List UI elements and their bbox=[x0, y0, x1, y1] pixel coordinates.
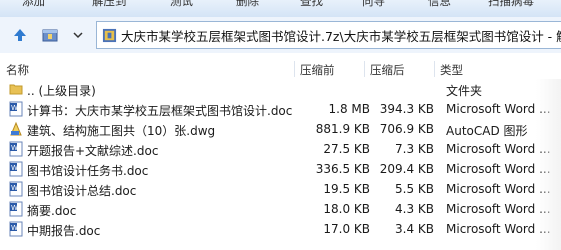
file-type: Microsoft Word ... bbox=[446, 222, 551, 236]
file-compressed-size: 19.5 KB bbox=[323, 182, 370, 196]
file-original-size: 5.5 KB bbox=[395, 182, 434, 196]
toolbar-test-button[interactable]: 测试 bbox=[170, 0, 193, 9]
toolbar: 添加 解压到 测试 删除 查找 向导 信息 扫描病毒 bbox=[0, 0, 561, 18]
file-compressed-size: 17.0 KB bbox=[323, 222, 370, 236]
file-original-size: 706.9 KB bbox=[379, 122, 434, 136]
toolbar-virus-scan-button[interactable]: 扫描病毒 bbox=[488, 0, 534, 9]
word-doc-icon: W bbox=[9, 101, 23, 117]
file-original-size: 7.3 KB bbox=[395, 142, 434, 156]
column-divider[interactable] bbox=[294, 61, 295, 77]
file-row[interactable]: W 摘要.doc 18.0 KB 4.3 KB Microsoft Word .… bbox=[0, 199, 561, 219]
navigation-bar: 大庆市某学校五层框架式图书馆设计.7z\大庆市某学校五层框架式图书馆设计 - 解 bbox=[0, 17, 561, 53]
archive-file-icon bbox=[102, 28, 117, 42]
file-row[interactable]: 建筑、结构施工图共（10）张.dwg 881.9 KB 706.9 KB Aut… bbox=[0, 119, 561, 139]
word-doc-icon: W bbox=[9, 141, 23, 157]
column-compressed-header[interactable]: 压缩前 bbox=[300, 62, 335, 78]
toolbar-wizard-button[interactable]: 向导 bbox=[362, 0, 385, 9]
toolbar-add-button[interactable]: 添加 bbox=[22, 0, 45, 9]
file-compressed-size: 336.5 KB bbox=[315, 162, 370, 176]
toolbar-extract-button[interactable]: 解压到 bbox=[92, 0, 127, 9]
svg-text:W: W bbox=[11, 184, 18, 192]
file-type: Microsoft Word ... bbox=[446, 162, 551, 176]
word-doc-icon: W bbox=[9, 161, 23, 177]
file-type: AutoCAD 图形 bbox=[446, 124, 528, 138]
file-compressed-size: 27.5 KB bbox=[323, 142, 370, 156]
archive-icon[interactable] bbox=[40, 26, 60, 44]
file-name: 摘要.doc bbox=[27, 204, 77, 218]
file-list: .. (上级目录) 文件夹 W 计算书：大庆市某学校五层框架式图书馆设计.doc… bbox=[0, 79, 561, 239]
file-compressed-size: 881.9 KB bbox=[315, 122, 370, 136]
column-original-header[interactable]: 压缩后 bbox=[370, 62, 405, 78]
file-type: Microsoft Word ... bbox=[446, 182, 551, 196]
file-row-parent[interactable]: .. (上级目录) 文件夹 bbox=[0, 79, 561, 99]
file-type: 文件夹 bbox=[446, 84, 483, 98]
file-name: .. (上级目录) bbox=[27, 84, 96, 98]
word-doc-icon: W bbox=[9, 221, 23, 237]
dwg-icon bbox=[10, 121, 22, 136]
svg-text:W: W bbox=[11, 224, 18, 232]
column-divider[interactable] bbox=[434, 61, 435, 77]
file-type: Microsoft Word ... bbox=[446, 142, 551, 156]
toolbar-info-button[interactable]: 信息 bbox=[428, 0, 451, 9]
file-row[interactable]: W 计算书：大庆市某学校五层框架式图书馆设计.doc 1.8 MB 394.3 … bbox=[0, 99, 561, 119]
file-original-size: 4.3 KB bbox=[395, 202, 434, 216]
address-path: 大庆市某学校五层框架式图书馆设计.7z\大庆市某学校五层框架式图书馆设计 - 解 bbox=[121, 28, 561, 44]
column-header: 名称 压缩前 压缩后 类型 bbox=[0, 59, 561, 79]
scroll-fade bbox=[536, 79, 561, 250]
svg-text:W: W bbox=[11, 204, 18, 212]
file-name: 计算书：大庆市某学校五层框架式图书馆设计.doc bbox=[27, 104, 293, 118]
column-name-header[interactable]: 名称 bbox=[6, 62, 29, 78]
folder-icon bbox=[9, 84, 23, 95]
word-doc-icon: W bbox=[9, 181, 23, 197]
svg-text:W: W bbox=[11, 144, 18, 152]
file-name: 图书馆设计总结.doc bbox=[27, 184, 137, 198]
svg-text:W: W bbox=[11, 164, 18, 172]
word-doc-icon: W bbox=[9, 201, 23, 217]
file-type: Microsoft Word ... bbox=[446, 102, 551, 116]
file-original-size: 209.4 KB bbox=[379, 162, 434, 176]
file-name: 中期报告.doc bbox=[27, 224, 101, 238]
column-divider[interactable] bbox=[364, 61, 365, 77]
file-row[interactable]: W 中期报告.doc 17.0 KB 3.4 KB Microsoft Word… bbox=[0, 219, 561, 239]
file-name: 开题报告+文献综述.doc bbox=[27, 144, 159, 158]
column-type-header[interactable]: 类型 bbox=[440, 62, 463, 78]
file-row[interactable]: W 图书馆设计任务书.doc 336.5 KB 209.4 KB Microso… bbox=[0, 159, 561, 179]
address-bar[interactable]: 大庆市某学校五层框架式图书馆设计.7z\大庆市某学校五层框架式图书馆设计 - 解 bbox=[96, 21, 561, 49]
file-name: 建筑、结构施工图共（10）张.dwg bbox=[27, 124, 216, 138]
toolbar-find-button[interactable]: 查找 bbox=[300, 0, 323, 9]
chevron-down-icon[interactable] bbox=[68, 26, 88, 44]
file-original-size: 394.3 KB bbox=[379, 102, 434, 116]
up-arrow-icon[interactable] bbox=[10, 26, 30, 44]
file-row[interactable]: W 开题报告+文献综述.doc 27.5 KB 7.3 KB Microsoft… bbox=[0, 139, 561, 159]
svg-text:W: W bbox=[11, 104, 18, 112]
file-compressed-size: 1.8 MB bbox=[328, 102, 370, 116]
file-compressed-size: 18.0 KB bbox=[323, 202, 370, 216]
file-name: 图书馆设计任务书.doc bbox=[27, 164, 149, 178]
file-type: Microsoft Word ... bbox=[446, 202, 551, 216]
file-original-size: 3.4 KB bbox=[395, 222, 434, 236]
file-row[interactable]: W 图书馆设计总结.doc 19.5 KB 5.5 KB Microsoft W… bbox=[0, 179, 561, 199]
toolbar-delete-button[interactable]: 删除 bbox=[236, 0, 259, 9]
